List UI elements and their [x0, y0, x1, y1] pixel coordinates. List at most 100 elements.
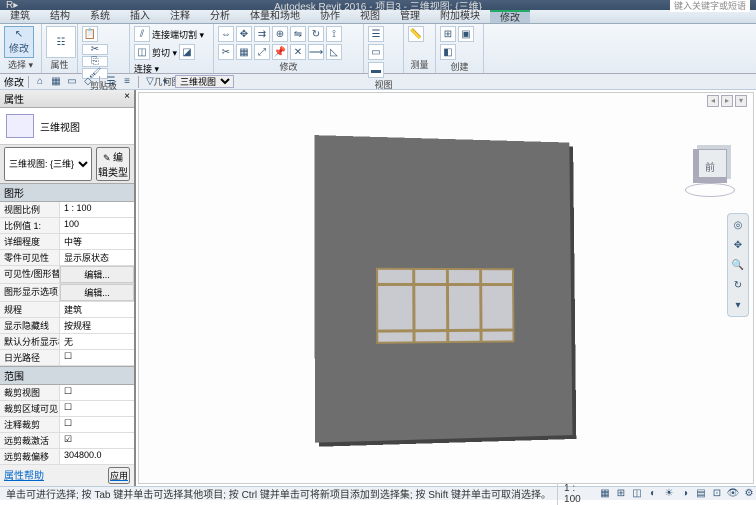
sb-detail-icon[interactable]: ◫ — [630, 488, 644, 500]
sb-model-icon[interactable]: ▦ — [598, 488, 612, 500]
scroll-right-icon[interactable]: ▸ — [721, 95, 733, 107]
val-scaleval[interactable]: 100 — [60, 218, 134, 233]
tab-sys[interactable]: 系统 — [80, 10, 120, 23]
instance-selector[interactable]: 三维视图: {三维} — [4, 147, 92, 181]
val-cropvis[interactable]: ☐ — [60, 401, 134, 416]
viewcube-compass[interactable] — [685, 183, 735, 197]
sb-hide-icon[interactable]: 👁 — [726, 488, 740, 500]
measure-button[interactable]: 📏 — [408, 26, 424, 42]
sb-scale-icon[interactable]: ⊞ — [614, 488, 628, 500]
wire-icon[interactable]: ☰ — [104, 75, 118, 89]
status-hint: 单击可进行选择; 按 Tab 键并单击可选择其他项目; 按 Ctrl 键并单击可… — [0, 486, 557, 501]
override-button[interactable]: ▭ — [368, 44, 384, 60]
extend-button[interactable]: ⟶ — [308, 44, 324, 60]
home-icon[interactable]: ⌂ — [33, 75, 47, 89]
thin-icon[interactable]: ≡ — [120, 75, 134, 89]
sb-style-icon[interactable]: ◐ — [646, 488, 660, 500]
align-button[interactable]: ⇔ — [218, 26, 234, 42]
group-modify: 修改 — [218, 60, 359, 73]
pan-icon[interactable]: ✥ — [730, 237, 746, 253]
val-annotcrop[interactable]: ☐ — [60, 417, 134, 432]
title-bar: R▸ Autodesk Revit 2016 - 项目3 - 三维视图: {三维… — [0, 0, 756, 10]
val-farclip[interactable]: ☑ — [60, 433, 134, 448]
group-select: 选择 ▾ — [4, 58, 37, 71]
search-input[interactable]: 键入关键字或短语 — [670, 0, 750, 12]
tab-arch[interactable]: 建筑 — [0, 10, 40, 23]
val-disc[interactable]: 建筑 — [60, 302, 134, 317]
help-link[interactable]: 属性帮助 — [4, 467, 44, 484]
wall-element[interactable] — [315, 135, 573, 443]
tab-insert[interactable]: 插入 — [120, 10, 160, 23]
join-button[interactable]: ◪ — [179, 44, 195, 60]
orbit-icon[interactable]: ↻ — [730, 277, 746, 293]
tab-annot[interactable]: 注释 — [160, 10, 200, 23]
cube-menu-icon[interactable]: ▾ — [730, 297, 746, 313]
cut-button[interactable]: ✂ — [82, 44, 108, 55]
val-sun[interactable]: ☐ — [60, 350, 134, 365]
view-selector[interactable]: 三维视图 — [175, 75, 234, 88]
array-button[interactable]: ▦ — [236, 44, 252, 60]
properties-button[interactable]: ☷ — [46, 26, 76, 58]
half-icon[interactable]: ◐ — [159, 75, 173, 89]
close-icon[interactable]: × — [124, 91, 130, 106]
btn-vg[interactable]: 编辑... — [60, 266, 134, 283]
filter-icon[interactable]: ▽ — [143, 75, 157, 89]
tab-struct[interactable]: 结构 — [40, 10, 80, 23]
viewcube-face[interactable]: 前 — [693, 149, 727, 183]
copy-button[interactable]: ⎘ — [82, 56, 108, 67]
group-create: 创建 — [440, 60, 479, 73]
tab-modify[interactable]: 修改 — [490, 10, 530, 23]
val-faroff[interactable]: 304800.0 — [60, 449, 134, 464]
cat-scope[interactable]: 范围 — [0, 366, 134, 385]
copy-mod-button[interactable]: ⊕ — [272, 26, 288, 42]
offset-button[interactable]: ⇉ — [254, 26, 270, 42]
palette-title: 属性 — [4, 91, 24, 106]
apply-button[interactable]: 应用 — [108, 467, 130, 484]
corner-button[interactable]: ◺ — [326, 44, 342, 60]
cope-button[interactable]: ⫽ — [134, 26, 150, 42]
pin-button[interactable]: 📌 — [272, 44, 288, 60]
sb-reveal-icon[interactable]: ⚙ — [742, 488, 756, 500]
edit-type-button[interactable]: ✎ 编辑类型 — [96, 147, 130, 181]
rotate-button[interactable]: ↻ — [308, 26, 324, 42]
cut-geom-button[interactable]: ◫ — [134, 44, 150, 60]
grid-icon[interactable]: ▦ — [49, 75, 63, 89]
3d-icon[interactable]: ◇ — [81, 75, 95, 89]
delete-button[interactable]: ✕ — [290, 44, 306, 60]
trim-button[interactable]: ⟟ — [326, 26, 342, 42]
viewport-3d[interactable]: ◂ ▸ ▾ 前 ◎ ✥ 🔍 ↻ ▾ — [138, 92, 754, 484]
sb-render-icon[interactable]: ▤ — [694, 488, 708, 500]
modify-button[interactable]: ↖修改 — [4, 26, 34, 58]
wheel-icon[interactable]: ◎ — [730, 217, 746, 233]
status-zoom[interactable]: 1 : 100 — [557, 483, 594, 505]
create-group-button[interactable]: ▣ — [458, 26, 474, 42]
viewcube[interactable]: 前 — [683, 143, 737, 197]
scroll-menu-icon[interactable]: ▾ — [735, 95, 747, 107]
sb-shadow-icon[interactable]: ◑ — [678, 488, 692, 500]
val-parts[interactable]: 显示原状态 — [60, 250, 134, 265]
val-crop[interactable]: ☐ — [60, 385, 134, 400]
scroll-left-icon[interactable]: ◂ — [707, 95, 719, 107]
tab-analyze[interactable]: 分析 — [200, 10, 240, 23]
type-selector[interactable]: 三维视图 — [0, 108, 134, 145]
sb-crop-icon[interactable]: ⊡ — [710, 488, 724, 500]
val-detail[interactable]: 中等 — [60, 234, 134, 249]
btn-gdo[interactable]: 编辑... — [60, 284, 134, 301]
split-button[interactable]: ✂ — [218, 44, 234, 60]
cat-graphics[interactable]: 图形 — [0, 183, 134, 202]
mirror-button[interactable]: ⇋ — [290, 26, 306, 42]
window-element[interactable] — [376, 268, 514, 344]
hide-button[interactable]: ☰ — [368, 26, 384, 42]
move-button[interactable]: ✥ — [236, 26, 252, 42]
linework-button[interactable]: ▬ — [368, 62, 384, 78]
create-similar-button[interactable]: ⊞ — [440, 26, 456, 42]
sb-sun-icon[interactable]: ☀ — [662, 488, 676, 500]
val-hidden[interactable]: 按规程 — [60, 318, 134, 333]
paste-button[interactable]: 📋 — [82, 26, 98, 42]
create-assembly-button[interactable]: ◧ — [440, 44, 456, 60]
val-scale[interactable]: 1 : 100 — [60, 202, 134, 217]
val-analysis[interactable]: 无 — [60, 334, 134, 349]
region-icon[interactable]: ▭ — [65, 75, 79, 89]
zoom-icon[interactable]: 🔍 — [730, 257, 746, 273]
scale-button[interactable]: ⤢ — [254, 44, 270, 60]
